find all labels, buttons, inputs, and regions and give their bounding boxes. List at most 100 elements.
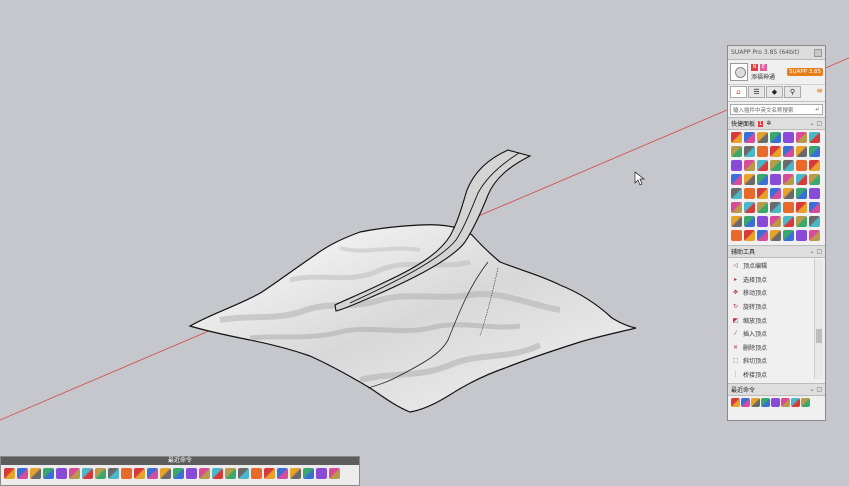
tab-paint-icon[interactable]: ◆	[766, 86, 783, 98]
plugin-tool-icon[interactable]	[770, 132, 781, 143]
aux-item-insert-vertex[interactable]: ⁄ 插入顶点	[732, 327, 813, 341]
plugin-tool-icon[interactable]	[731, 146, 742, 157]
recent-commands-header[interactable]: 最近命令 ⌄ ▢	[728, 383, 825, 396]
plugin-tool-icon[interactable]	[809, 160, 820, 171]
plugin-tool-icon[interactable]	[796, 230, 807, 241]
plugin-tool-icon[interactable]	[770, 160, 781, 171]
plugin-tool-icon[interactable]	[809, 216, 820, 227]
recent-tool-icon[interactable]	[761, 398, 770, 407]
menu-icon[interactable]: ≡	[816, 86, 823, 100]
plugin-tool-icon[interactable]	[731, 230, 742, 241]
plugin-tool-icon[interactable]	[796, 160, 807, 171]
toolbar-tool-icon[interactable]	[69, 468, 80, 479]
plugin-tool-icon[interactable]	[770, 188, 781, 199]
plugin-tool-icon[interactable]	[796, 174, 807, 185]
plugin-tool-icon[interactable]	[809, 132, 820, 143]
plugin-tool-icon[interactable]	[757, 132, 768, 143]
plugin-tool-icon[interactable]	[757, 216, 768, 227]
plugin-tool-icon[interactable]	[770, 174, 781, 185]
toolbar-tool-icon[interactable]	[186, 468, 197, 479]
toolbar-tool-icon[interactable]	[121, 468, 132, 479]
plugin-tool-icon[interactable]	[809, 202, 820, 213]
plugin-tool-icon[interactable]	[744, 160, 755, 171]
panel-titlebar[interactable]: SUAPP Pro 3.85 (64bit)	[728, 46, 825, 60]
plugin-tool-icon[interactable]	[796, 202, 807, 213]
collapse-icon[interactable]: ⌄ ▢	[809, 120, 822, 127]
plugin-tool-icon[interactable]	[757, 202, 768, 213]
aux-item-select-vertex[interactable]: ▸ 选择顶点	[732, 273, 813, 287]
avatar[interactable]	[730, 63, 748, 81]
recent-tool-icon[interactable]	[781, 398, 790, 407]
toolbar-tool-icon[interactable]	[95, 468, 106, 479]
plugin-tool-icon[interactable]	[744, 174, 755, 185]
plugin-tool-icon[interactable]	[770, 202, 781, 213]
toolbar-tool-icon[interactable]	[225, 468, 236, 479]
home-icon[interactable]: ⌂	[730, 86, 747, 98]
plugin-search-input[interactable]: 输入插件中英文名称搜索 ↵	[730, 104, 823, 115]
recent-tool-icon[interactable]	[731, 398, 740, 407]
plugin-tool-icon[interactable]	[744, 216, 755, 227]
model-viewport[interactable]	[0, 0, 849, 486]
aux-item-bridge-vertex[interactable]: ⋮ 桥接顶点	[732, 368, 813, 382]
plugin-tool-icon[interactable]	[783, 188, 794, 199]
toolbar-tool-icon[interactable]	[160, 468, 171, 479]
aux-scrollbar[interactable]	[814, 259, 823, 379]
plugin-tool-icon[interactable]	[731, 216, 742, 227]
plugin-tool-icon[interactable]	[770, 216, 781, 227]
plugin-tool-icon[interactable]	[770, 230, 781, 241]
toolbar-title[interactable]: 最近命令	[1, 457, 359, 465]
plugin-tool-icon[interactable]	[783, 132, 794, 143]
terrain-mesh[interactable]	[188, 224, 637, 413]
plugin-tool-icon[interactable]	[796, 188, 807, 199]
suapp-panel[interactable]: SUAPP Pro 3.85 (64bit) N E 添福神通 SUAPP 3.…	[727, 45, 826, 421]
toolbar-tool-icon[interactable]	[238, 468, 249, 479]
plugin-tool-icon[interactable]	[744, 230, 755, 241]
tab-list-icon[interactable]: ☰	[748, 86, 765, 98]
toolbar-tool-icon[interactable]	[43, 468, 54, 479]
plugin-tool-icon[interactable]	[731, 202, 742, 213]
aux-item-bevel-vertex[interactable]: ⬚ 斜切顶点	[732, 354, 813, 368]
plugin-tool-icon[interactable]	[744, 132, 755, 143]
quick-panel-header[interactable]: 快捷面板 1 ✲ ⌄ ▢	[728, 117, 825, 130]
plugin-tool-icon[interactable]	[731, 132, 742, 143]
plugin-tool-icon[interactable]	[783, 160, 794, 171]
scrollbar-thumb[interactable]	[816, 329, 822, 343]
plugin-tool-icon[interactable]	[744, 188, 755, 199]
toolbar-tool-icon[interactable]	[173, 468, 184, 479]
collapse-icon[interactable]: ⌄ ▢	[809, 386, 822, 393]
close-icon[interactable]	[814, 48, 822, 57]
plugin-tool-icon[interactable]	[757, 230, 768, 241]
plugin-tool-icon[interactable]	[809, 230, 820, 241]
plugin-tool-icon[interactable]	[783, 216, 794, 227]
recent-tool-icon[interactable]	[741, 398, 750, 407]
plugin-tool-icon[interactable]	[770, 146, 781, 157]
plugin-tool-icon[interactable]	[809, 146, 820, 157]
aux-item-move-vertex[interactable]: ✥ 移动顶点	[732, 286, 813, 300]
toolbar-tool-icon[interactable]	[199, 468, 210, 479]
plugin-tool-icon[interactable]	[744, 202, 755, 213]
version-badge[interactable]: SUAPP 3.85	[787, 68, 823, 76]
toolbar-tool-icon[interactable]	[290, 468, 301, 479]
plugin-tool-icon[interactable]	[796, 146, 807, 157]
toolbar-tool-icon[interactable]	[264, 468, 275, 479]
plugin-tool-icon[interactable]	[731, 160, 742, 171]
plugin-tool-icon[interactable]	[757, 188, 768, 199]
toolbar-tool-icon[interactable]	[316, 468, 327, 479]
enter-icon[interactable]: ↵	[815, 107, 820, 113]
aux-item-vertex-edit[interactable]: ◁ 顶点编辑	[732, 259, 813, 273]
plugin-tool-icon[interactable]	[796, 216, 807, 227]
toolbar-tool-icon[interactable]	[134, 468, 145, 479]
toolbar-tool-icon[interactable]	[147, 468, 158, 479]
aux-item-delete-vertex[interactable]: ✕ 删除顶点	[732, 341, 813, 355]
plugin-tool-icon[interactable]	[731, 188, 742, 199]
plugin-tool-icon[interactable]	[744, 146, 755, 157]
recent-tool-icon[interactable]	[771, 398, 780, 407]
aux-item-rotate-vertex[interactable]: ↻ 旋转顶点	[732, 300, 813, 314]
toolbar-tool-icon[interactable]	[108, 468, 119, 479]
plugin-tool-icon[interactable]	[757, 146, 768, 157]
toolbar-tool-icon[interactable]	[4, 468, 15, 479]
toolbar-tool-icon[interactable]	[329, 468, 340, 479]
plugin-tool-icon[interactable]	[809, 188, 820, 199]
toolbar-tool-icon[interactable]	[212, 468, 223, 479]
toolbar-tool-icon[interactable]	[56, 468, 67, 479]
